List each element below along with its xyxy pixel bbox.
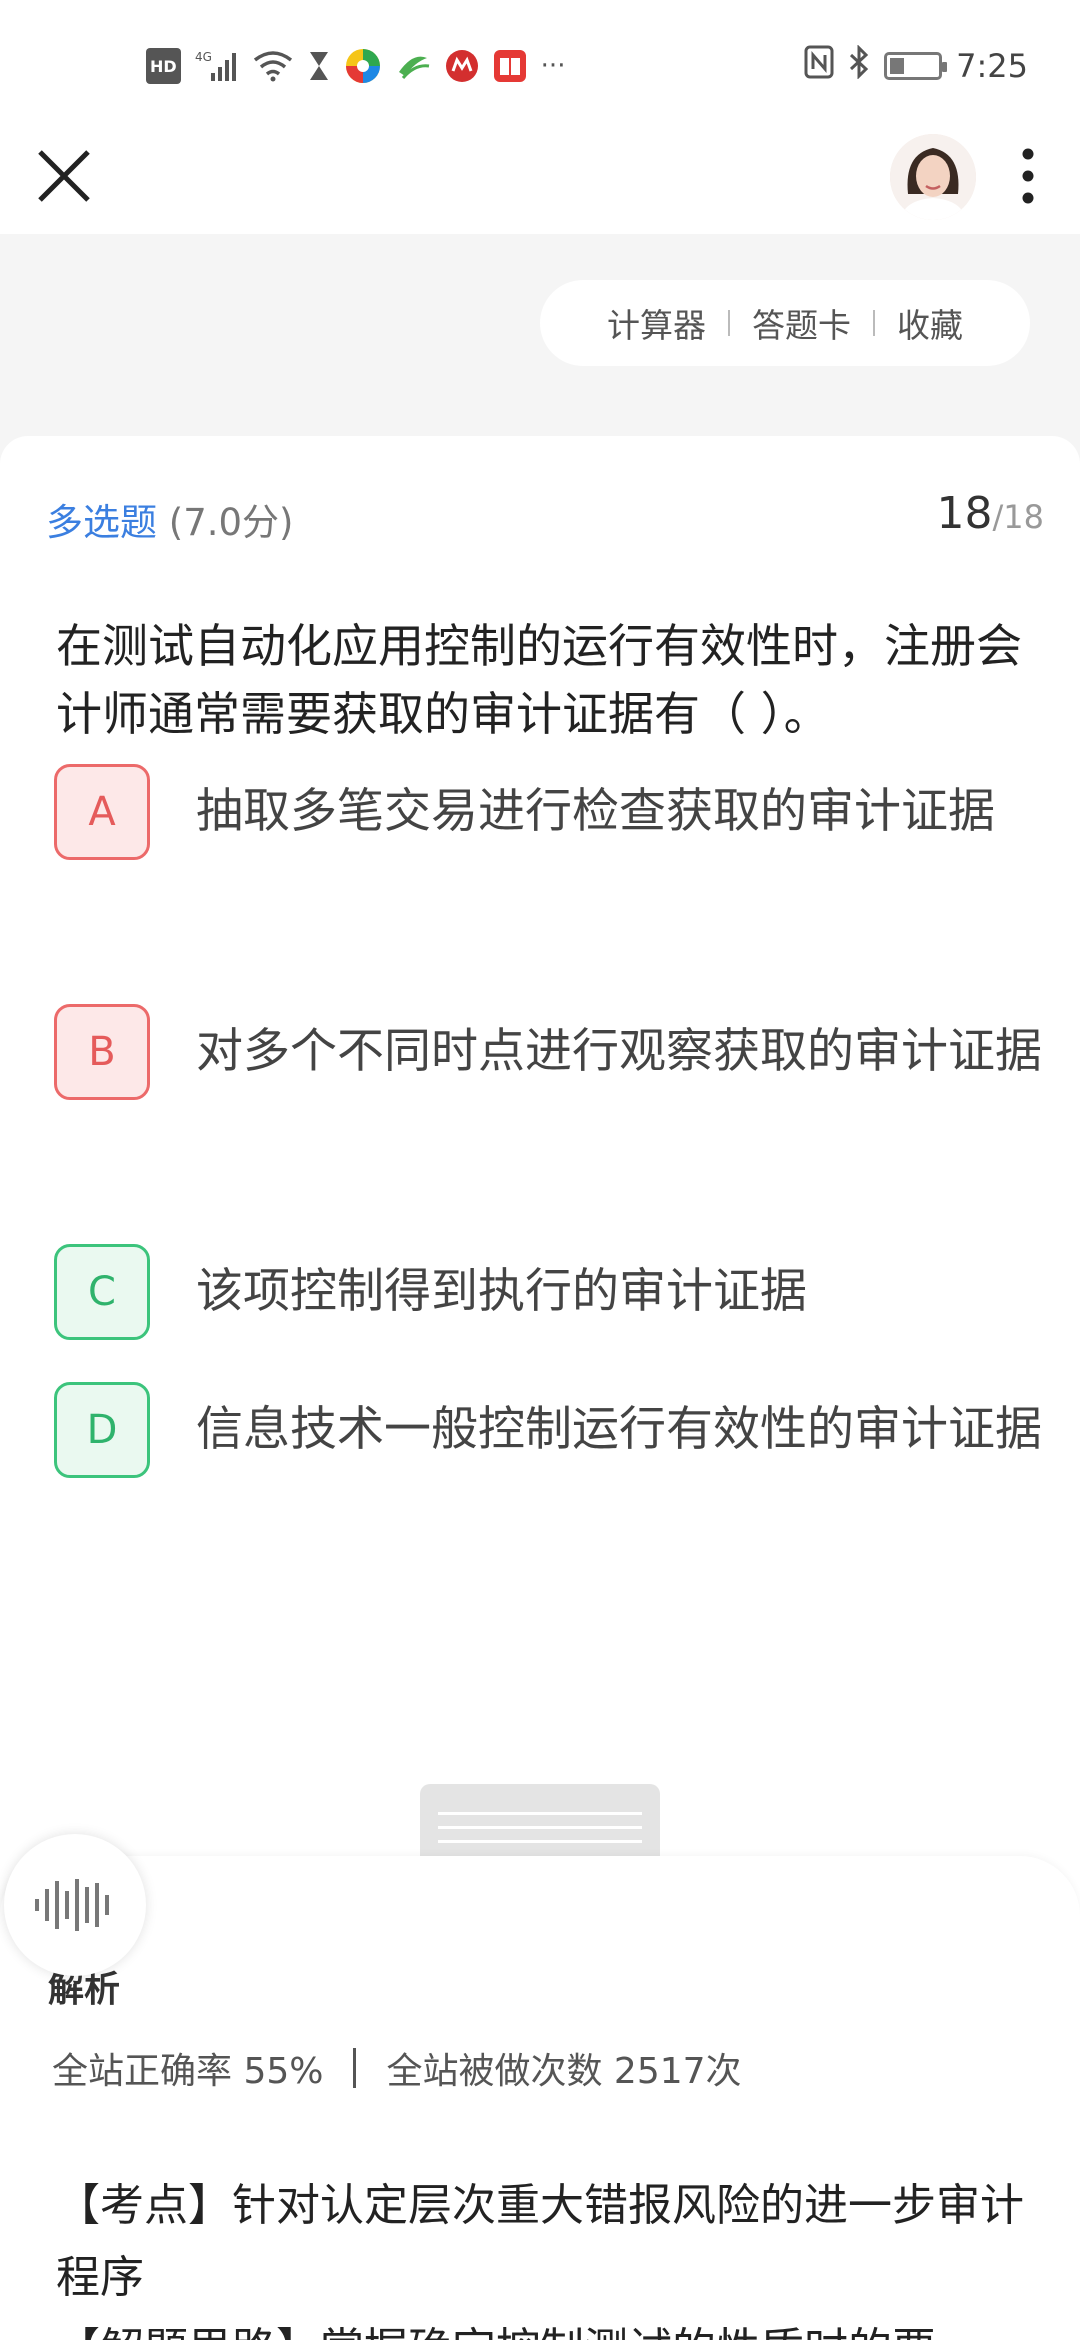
signal-icon: 4G [195, 48, 239, 84]
question-counter: 18/18 [937, 488, 1045, 539]
analysis-text: 【考点】针对认定层次重大错报风险的进一步审计程序 【解题思路】掌握确定控制测试的… [56, 2170, 1036, 2340]
option-d-badge[interactable]: D [54, 1382, 150, 1478]
attempt-count: 全站被做次数 2517次 [386, 2051, 742, 2092]
nfc-icon [804, 45, 834, 87]
option-d-text[interactable]: 信息技术一般控制运行有效性的审计证据 [196, 1379, 1076, 1481]
hourglass-icon [307, 48, 331, 84]
option-a-text[interactable]: 抽取多笔交易进行检查获取的审计证据 [196, 761, 1076, 863]
question-kind: 多选题 [46, 501, 157, 544]
status-bar: HD 4G ··· 7:25 [0, 0, 1080, 134]
status-time: 7:25 [956, 47, 1028, 85]
app-icon-4 [493, 48, 527, 84]
bluetooth-icon [848, 44, 870, 87]
app-icon-3 [445, 48, 479, 84]
favorite-button[interactable]: 收藏 [875, 299, 985, 347]
question-stem: 在测试自动化应用控制的运行有效性时，注册会计师通常需要获取的审计证据有（ ）。 [56, 619, 1022, 741]
hd-icon: HD [146, 48, 181, 84]
option-b-text[interactable]: 对多个不同时点进行观察获取的审计证据 [196, 1001, 1076, 1103]
stats-divider [353, 2048, 357, 2088]
accuracy-rate: 全站正确率 55% [52, 2051, 324, 2092]
toolbar-pill: 计算器 答题卡 收藏 [540, 280, 1030, 366]
question-total: /18 [992, 498, 1045, 536]
wifi-icon [253, 48, 293, 84]
option-c-badge[interactable]: C [54, 1244, 150, 1340]
top-app-bar [0, 134, 1080, 234]
option-b-badge[interactable]: B [54, 1004, 150, 1100]
status-icons-left: HD 4G ··· [146, 44, 565, 88]
question-score: (7.0分) [168, 501, 294, 544]
analysis-point: 【考点】针对认定层次重大错报风险的进一步审计程序 [56, 2180, 1024, 2303]
battery-icon [884, 52, 948, 80]
voice-icon[interactable] [4, 1834, 146, 1976]
app-icon-1 [345, 48, 381, 84]
avatar[interactable] [890, 134, 976, 220]
app-icon-2 [395, 48, 431, 84]
question-type: 多选题 (7.0分) [46, 492, 293, 546]
close-icon[interactable] [36, 148, 92, 204]
answer-card-button[interactable]: 答题卡 [730, 299, 873, 347]
option-a-badge[interactable]: A [54, 764, 150, 860]
question-current: 18 [936, 488, 993, 539]
svg-text:4G: 4G [195, 50, 212, 64]
option-c-text[interactable]: 该项控制得到执行的审计证据 [196, 1241, 1076, 1343]
question-card: 多选题 (7.0分) 18/18 在测试自动化应用控制的运行有效性时，注册会计师… [0, 436, 1080, 1916]
more-vertical-icon[interactable] [1010, 144, 1046, 208]
panel-drag-handle[interactable] [420, 1784, 660, 1858]
more-dots-icon: ··· [540, 51, 566, 81]
analysis-approach: 【解题思路】掌握确定控制测试的性质时的要 [56, 2314, 1036, 2340]
analysis-stats: 全站正确率 55% 全站被做次数 2517次 [52, 2042, 742, 2094]
calculator-button[interactable]: 计算器 [585, 299, 728, 347]
status-icons-right: 7:25 [804, 44, 1028, 88]
